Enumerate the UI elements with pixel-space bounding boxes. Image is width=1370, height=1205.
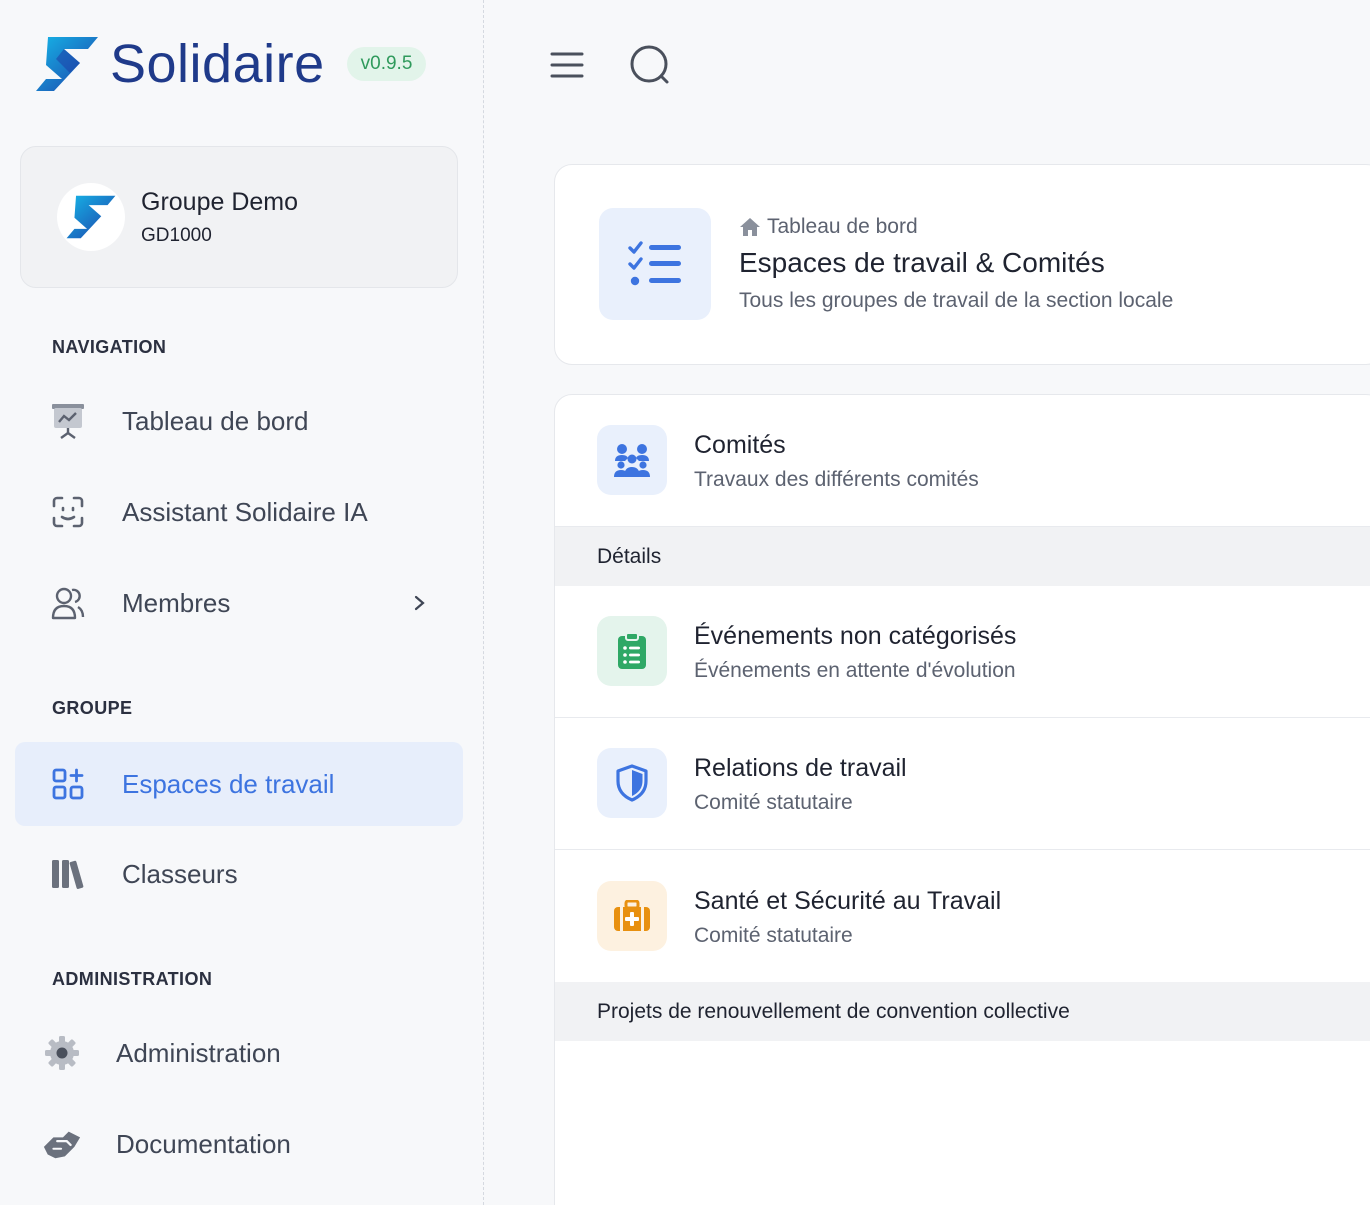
brand[interactable]: Solidaire v0.9.5	[34, 34, 427, 94]
sidebar-item-label: Documentation	[116, 1128, 291, 1159]
section-title-administration: ADMINISTRATION	[52, 969, 213, 989]
first-aid-kit-icon	[597, 881, 667, 951]
group-name: Groupe Demo	[141, 187, 299, 216]
section-title-navigation: NAVIGATION	[52, 337, 167, 357]
sidebar-item-label: Tableau de bord	[122, 405, 309, 436]
home-icon	[740, 218, 760, 236]
sidebar-item-administration[interactable]: Administration	[9, 1011, 457, 1095]
page-header-card: Tableau de bord Espaces de travail & Com…	[554, 164, 1370, 365]
sidebar-item-documentation[interactable]: Documentation	[9, 1102, 457, 1186]
row-title: Santé et Sécurité au Travail	[694, 887, 1002, 915]
solidaire-logo-icon	[36, 37, 98, 91]
row-subtitle: Événements en attente d'évolution	[694, 659, 1016, 682]
sidebar-item-classeurs[interactable]: Classeurs	[15, 832, 463, 916]
sidebar: Solidaire v0.9.5 Groupe Demo GD1000 NAVI…	[0, 0, 484, 1205]
checklist-icon	[628, 241, 681, 286]
row-subtitle: Travaux des différents comités	[694, 468, 979, 491]
hamburger-icon[interactable]	[544, 42, 590, 88]
chevron-right-icon	[414, 595, 425, 611]
shield-icon	[597, 748, 667, 818]
sidebar-item-label: Assistant Solidaire IA	[122, 496, 368, 527]
search-icon[interactable]	[627, 42, 673, 88]
list-item-sante-securite[interactable]: Santé et Sécurité au Travail Comité stat…	[555, 850, 1370, 982]
sidebar-item-assistant-ia[interactable]: Assistant Solidaire IA	[15, 470, 463, 554]
breadcrumb-label: Tableau de bord	[767, 215, 918, 238]
sidebar-item-espaces-de-travail[interactable]: Espaces de travail	[15, 742, 463, 826]
version-badge: v0.9.5	[346, 47, 427, 81]
section-header-projets: Projets de renouvellement de convention …	[555, 982, 1370, 1041]
section-header-details: Détails	[555, 527, 1370, 586]
group-logo-icon	[66, 195, 116, 239]
group-card[interactable]: Groupe Demo GD1000	[20, 146, 458, 288]
page-subtitle: Tous les groupes de travail de la sectio…	[739, 289, 1174, 312]
sidebar-item-label: Membres	[122, 587, 231, 618]
handshake-icon	[42, 1124, 82, 1164]
row-title: Relations de travail	[694, 754, 907, 782]
row-subtitle: Comité statutaire	[694, 791, 853, 814]
list-item-comites[interactable]: Comités Travaux des différents comités	[555, 395, 1370, 527]
group-code: GD1000	[141, 224, 212, 246]
clipboard-list-icon	[597, 616, 667, 686]
row-title: Événements non catégorisés	[694, 622, 1017, 650]
breadcrumb[interactable]: Tableau de bord	[739, 215, 918, 239]
face-scan-icon	[48, 492, 88, 532]
list-item-relations-de-travail[interactable]: Relations de travail Comité statutaire	[555, 718, 1370, 850]
users-group-icon	[597, 425, 667, 495]
sidebar-item-membres[interactable]: Membres	[15, 561, 463, 645]
workspace-list: Comités Travaux des différents comités D…	[554, 394, 1370, 1205]
row-title: Comités	[694, 431, 786, 459]
group-avatar	[57, 183, 125, 251]
brand-name: Solidaire	[110, 34, 325, 94]
sidebar-item-label: Classeurs	[122, 858, 238, 889]
sidebar-item-label: Administration	[116, 1037, 281, 1068]
presentation-chart-icon	[48, 401, 88, 441]
section-title-groupe: GROUPE	[52, 698, 133, 718]
sidebar-item-label: Espaces de travail	[122, 768, 335, 799]
header-icon-box	[599, 208, 711, 320]
list-item-evenements[interactable]: Événements non catégorisés Événements en…	[555, 586, 1370, 718]
grid-plus-icon	[48, 764, 88, 804]
sidebar-item-tableau-de-bord[interactable]: Tableau de bord	[15, 379, 463, 463]
gear-icon	[42, 1033, 82, 1073]
row-subtitle: Comité statutaire	[694, 924, 853, 947]
books-icon	[48, 854, 88, 894]
page-title: Espaces de travail & Comités	[739, 247, 1105, 278]
users-icon	[48, 583, 88, 623]
